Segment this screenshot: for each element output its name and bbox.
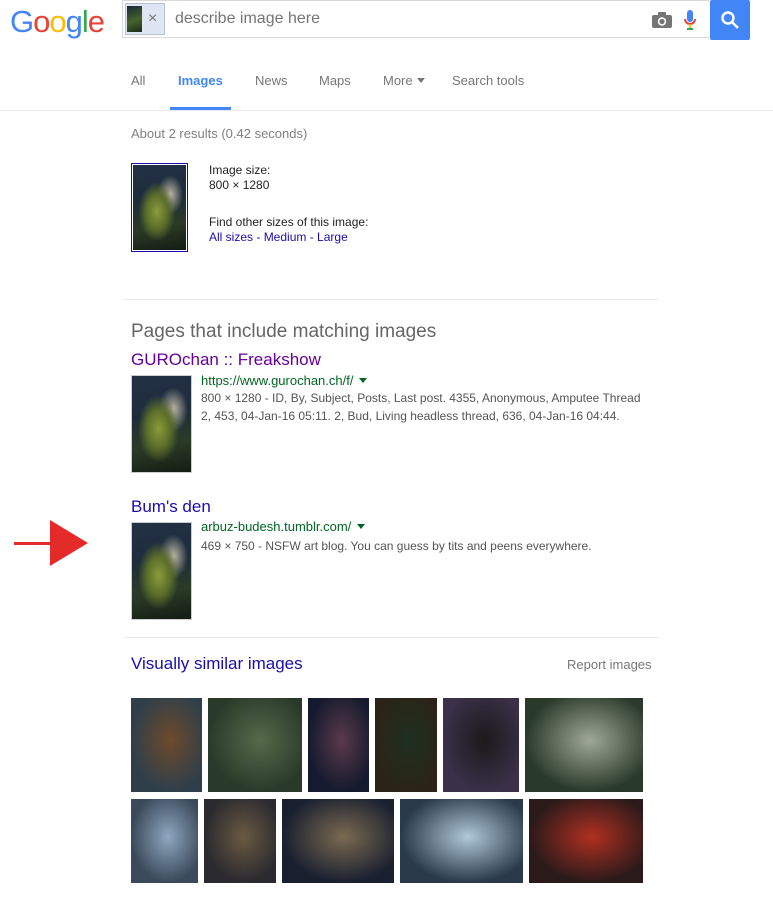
all-sizes-link[interactable]: All sizes <box>209 230 253 244</box>
report-images-link[interactable]: Report images <box>567 657 652 672</box>
logo-letter: e <box>87 4 105 39</box>
search-button[interactable] <box>710 0 750 40</box>
separator: - <box>306 230 318 244</box>
tab-news[interactable]: News <box>255 73 288 88</box>
logo-letter: o <box>33 4 50 39</box>
image-size-label: Image size: <box>209 163 271 177</box>
tab-search-tools[interactable]: Search tools <box>452 73 524 88</box>
microphone-icon[interactable] <box>683 9 697 36</box>
pages-section-title: Pages that include matching images <box>131 321 437 342</box>
result-url-2[interactable]: arbuz-budesh.tumblr.com/ <box>201 519 366 534</box>
separator: - <box>253 230 264 244</box>
similar-image-2[interactable] <box>208 698 302 792</box>
logo-letter: G <box>10 4 34 39</box>
result-snippet-1: 800 × 1280 - ID, By, Subject, Posts, Las… <box>201 391 641 423</box>
dropdown-arrow-icon[interactable] <box>359 378 368 383</box>
similar-image-8[interactable] <box>204 799 276 883</box>
find-other-sizes-label: Find other sizes of this image: <box>209 215 369 229</box>
logo-letter: g <box>65 4 83 39</box>
similar-image-4[interactable] <box>375 698 437 792</box>
similar-image-7[interactable] <box>131 799 198 883</box>
result-title-2[interactable]: Bum's den <box>131 497 211 517</box>
similar-image-3[interactable] <box>308 698 369 792</box>
query-image-chip[interactable]: × <box>125 3 165 35</box>
medium-link[interactable]: Medium <box>264 230 307 244</box>
large-link[interactable]: Large <box>317 230 348 244</box>
search-icon <box>721 11 739 29</box>
result-snippet-2: 469 × 750 - NSFW art blog. You can guess… <box>201 539 592 553</box>
clear-image-icon[interactable]: × <box>148 10 157 28</box>
image-size-value: 800 × 1280 <box>209 178 270 192</box>
similar-image-6[interactable] <box>525 698 643 792</box>
result-thumbnail-2[interactable] <box>131 522 192 620</box>
similar-image-1[interactable] <box>131 698 202 792</box>
search-box[interactable]: × <box>122 0 709 38</box>
google-logo[interactable]: Google <box>10 4 105 40</box>
result-title-1[interactable]: GUROchan :: Freakshow <box>131 350 321 370</box>
tab-more[interactable]: More <box>383 73 425 88</box>
divider <box>124 637 659 638</box>
result-url-text: https://www.gurochan.ch/f/ <box>201 373 354 388</box>
tab-all[interactable]: All <box>131 73 145 88</box>
tab-more-label: More <box>383 73 413 88</box>
size-links: All sizes - Medium - Large <box>209 230 348 244</box>
similar-image-11[interactable] <box>529 799 643 883</box>
result-thumbnail-1[interactable] <box>131 375 192 473</box>
annotation-arrow-icon <box>50 520 88 566</box>
similar-image-5[interactable] <box>443 698 519 792</box>
dropdown-arrow-icon[interactable] <box>357 524 366 529</box>
logo-letter: o <box>49 4 66 39</box>
camera-icon[interactable] <box>651 11 673 34</box>
divider <box>124 299 659 300</box>
result-url-text: arbuz-budesh.tumblr.com/ <box>201 519 352 534</box>
annotation-arrow-shaft <box>14 542 54 545</box>
tab-images[interactable]: Images <box>178 73 223 88</box>
chevron-down-icon <box>416 78 425 83</box>
result-url-1[interactable]: https://www.gurochan.ch/f/ <box>201 373 368 388</box>
tab-maps[interactable]: Maps <box>319 73 351 88</box>
similar-images-title[interactable]: Visually similar images <box>131 654 303 674</box>
similar-image-10[interactable] <box>400 799 523 883</box>
tabs-divider <box>0 110 773 111</box>
result-stats: About 2 results (0.42 seconds) <box>131 126 308 141</box>
search-input[interactable] <box>175 10 645 28</box>
similar-image-9[interactable] <box>282 799 394 883</box>
query-image-preview[interactable] <box>131 163 188 252</box>
query-image-thumbnail <box>127 6 142 32</box>
